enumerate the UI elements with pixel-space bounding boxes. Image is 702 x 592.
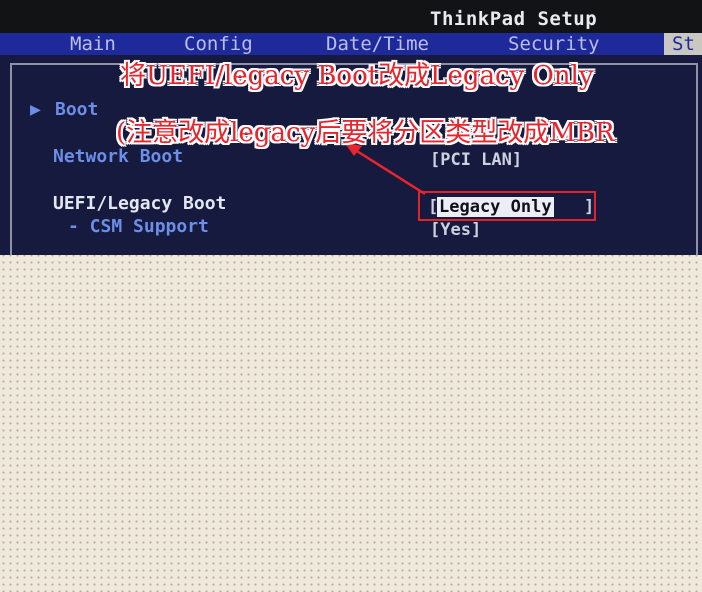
annotation-line-2: (注意改成legacy后要将分区类型改成MBR <box>116 118 615 148</box>
annotation-line-1: 将UEFI/legacy Boot改成Legacy Only <box>120 61 594 91</box>
